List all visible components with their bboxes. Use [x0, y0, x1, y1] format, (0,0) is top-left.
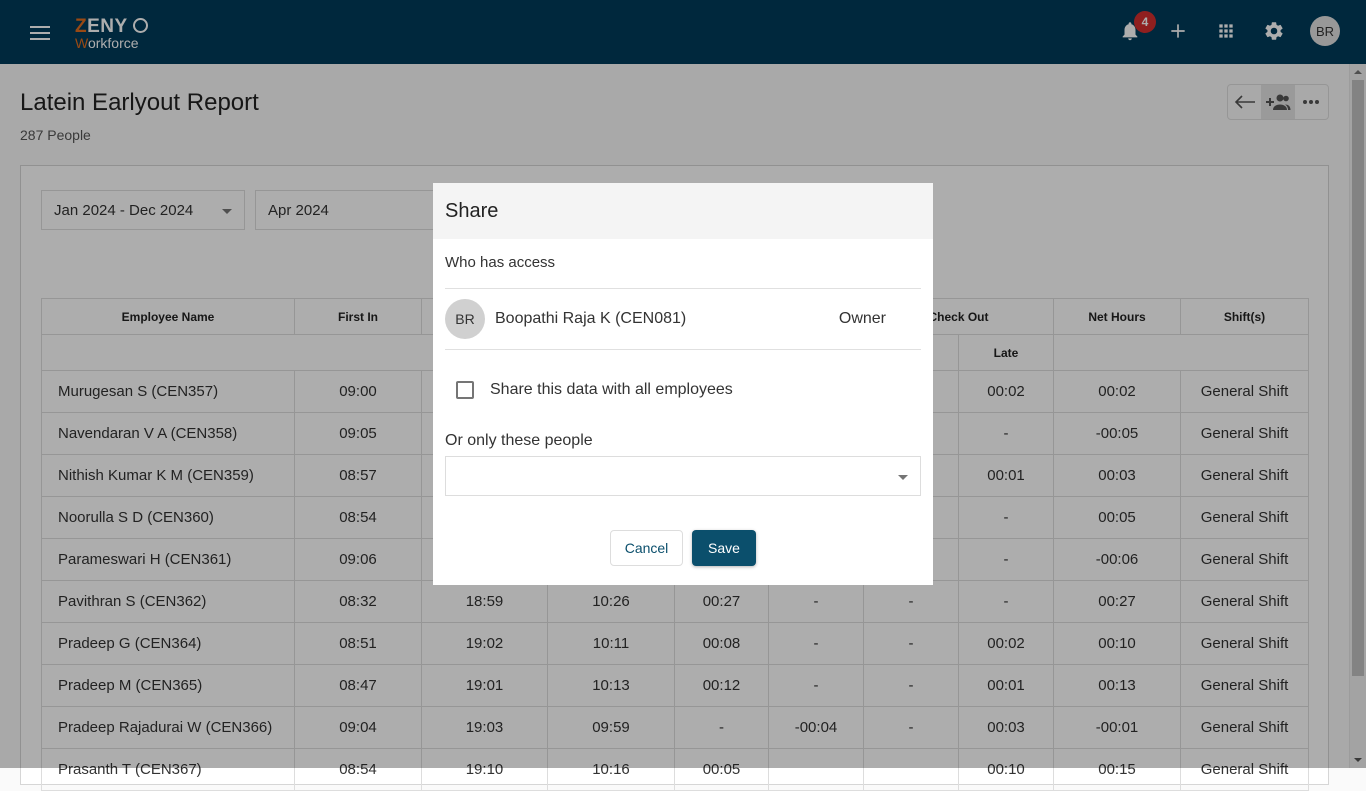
share-dialog: Share Who has access BR Boopathi Raja K … — [433, 183, 933, 585]
cancel-button[interactable]: Cancel — [610, 530, 683, 566]
dialog-title: Share — [433, 183, 933, 239]
chevron-down-icon — [898, 475, 908, 480]
owner-role: Owner — [838, 310, 886, 327]
owner-name: Boopathi Raja K (CEN081) — [495, 310, 687, 327]
access-list-item: BR Boopathi Raja K (CEN081) Owner — [445, 289, 921, 350]
share-all-option[interactable]: Share this data with all employees — [445, 350, 921, 430]
only-these-people-label: Or only these people — [445, 432, 593, 449]
people-select[interactable] — [445, 456, 921, 496]
owner-avatar: BR — [445, 299, 485, 339]
share-all-checkbox[interactable] — [456, 381, 474, 399]
who-has-access-label: Who has access — [445, 239, 921, 289]
save-button[interactable]: Save — [692, 530, 756, 566]
share-all-label[interactable]: Share this data with all employees — [490, 381, 733, 399]
